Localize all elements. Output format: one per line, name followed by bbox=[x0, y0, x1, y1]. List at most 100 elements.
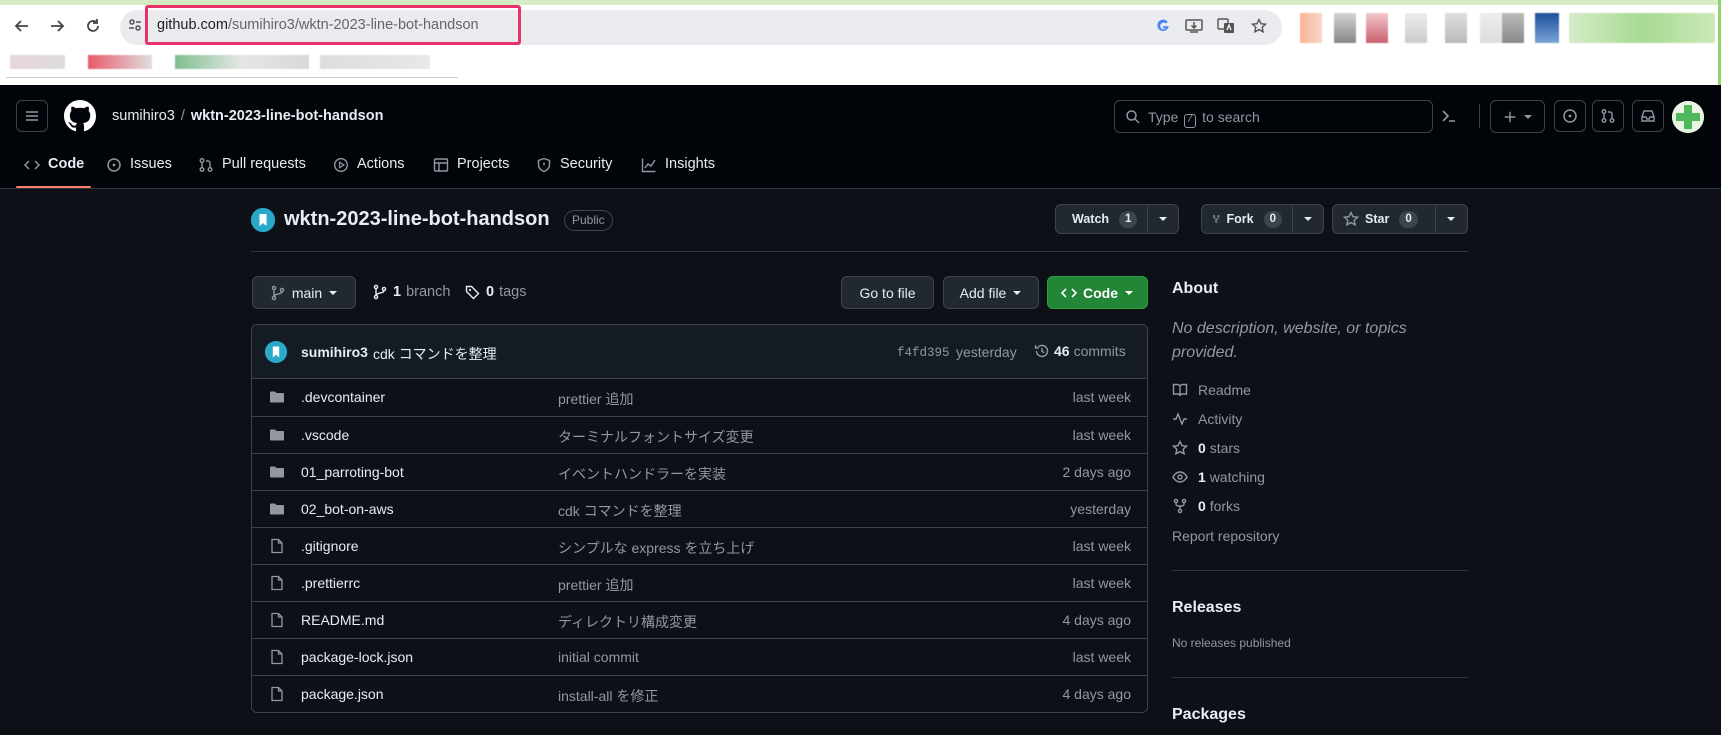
tab-actions[interactable]: Actions bbox=[333, 150, 405, 188]
table-row[interactable]: .prettierrc prettier 追加 last week bbox=[252, 564, 1147, 601]
watch-button[interactable]: Watch 1 bbox=[1055, 204, 1179, 234]
inbox-button[interactable] bbox=[1632, 100, 1664, 132]
issues-shortcut-button[interactable] bbox=[1554, 100, 1586, 132]
table-row[interactable]: 01_parroting-bot イベントハンドラーを実装 2 days ago bbox=[252, 453, 1147, 490]
file-commit-message[interactable]: シンプルな express を立ち上げ bbox=[558, 538, 754, 558]
bookmark-item[interactable] bbox=[10, 55, 65, 69]
back-icon[interactable] bbox=[9, 13, 35, 39]
extension-icon[interactable] bbox=[1535, 13, 1559, 43]
branch-selector-button[interactable]: main bbox=[252, 276, 356, 309]
file-commit-message[interactable]: prettier 追加 bbox=[558, 575, 633, 595]
go-to-file-button[interactable]: Go to file bbox=[841, 276, 934, 309]
commits-link[interactable]: 46 commits bbox=[1034, 343, 1126, 359]
fork-button[interactable]: Fork 0 bbox=[1201, 204, 1324, 234]
file-name[interactable]: .devcontainer bbox=[301, 389, 385, 405]
hamburger-menu-button[interactable] bbox=[16, 100, 48, 132]
file-commit-message[interactable]: install-all を修正 bbox=[558, 686, 658, 706]
file-commit-message[interactable]: ディレクトリ構成変更 bbox=[558, 612, 697, 632]
file-commit-message[interactable]: prettier 追加 bbox=[558, 389, 633, 409]
translate-icon[interactable] bbox=[1216, 16, 1236, 36]
table-row[interactable]: .vscode ターミナルフォントサイズ変更 last week bbox=[252, 416, 1147, 453]
tab-issues[interactable]: Issues bbox=[106, 150, 172, 188]
extension-icon[interactable] bbox=[1502, 13, 1524, 43]
table-row[interactable]: README.md ディレクトリ構成変更 4 days ago bbox=[252, 601, 1147, 638]
file-name[interactable]: package.json bbox=[301, 686, 384, 702]
stars-link[interactable]: 0 stars bbox=[1172, 440, 1240, 456]
bookmark-item[interactable] bbox=[320, 55, 430, 69]
issue-icon bbox=[1563, 109, 1577, 123]
star-dropdown[interactable] bbox=[1436, 205, 1467, 233]
table-row[interactable]: package.json install-all を修正 4 days ago bbox=[252, 675, 1147, 712]
file-name[interactable]: 02_bot-on-aws bbox=[301, 501, 394, 517]
forward-icon[interactable] bbox=[44, 13, 70, 39]
tab-projects[interactable]: Projects bbox=[433, 150, 509, 188]
commit-count: 46 bbox=[1054, 343, 1070, 359]
extension-icon[interactable] bbox=[1334, 13, 1356, 43]
search-input[interactable]: Type / to search bbox=[1114, 100, 1433, 133]
extension-icon[interactable] bbox=[1405, 13, 1427, 43]
google-lens-icon[interactable] bbox=[1153, 16, 1173, 36]
tab-pull-requests[interactable]: Pull requests bbox=[198, 150, 306, 188]
plus-icon bbox=[1504, 111, 1515, 122]
file-commit-message[interactable]: ターミナルフォントサイズ変更 bbox=[558, 427, 754, 447]
breadcrumb-repo[interactable]: wktn-2023-line-bot-handson bbox=[191, 108, 384, 124]
bookmark-item[interactable] bbox=[175, 55, 309, 69]
github-logo-icon[interactable] bbox=[64, 100, 96, 132]
file-commit-message[interactable]: initial commit bbox=[558, 649, 639, 665]
add-file-button[interactable]: Add file bbox=[943, 276, 1039, 309]
tab-security[interactable]: Security bbox=[536, 150, 612, 188]
pull-requests-shortcut-button[interactable] bbox=[1592, 100, 1624, 132]
repo-name[interactable]: wktn-2023-line-bot-handson bbox=[284, 208, 550, 231]
fork-dropdown[interactable] bbox=[1293, 205, 1323, 233]
extension-icon[interactable] bbox=[1300, 13, 1322, 43]
commit-message[interactable]: cdk コマンドを整理 bbox=[373, 344, 497, 364]
code-button[interactable]: Code bbox=[1047, 276, 1148, 309]
file-commit-message[interactable]: cdk コマンドを整理 bbox=[558, 501, 682, 521]
branch-count: 1 bbox=[393, 284, 402, 300]
code-button-label: Code bbox=[1083, 284, 1118, 301]
extension-icon[interactable] bbox=[1366, 13, 1388, 43]
file-name[interactable]: package-lock.json bbox=[301, 649, 413, 665]
reload-icon[interactable] bbox=[80, 13, 106, 39]
report-repository-link[interactable]: Report repository bbox=[1172, 528, 1279, 544]
fork-icon bbox=[1173, 498, 1187, 514]
file-commit-message[interactable]: イベントハンドラーを実装 bbox=[558, 464, 726, 484]
table-row[interactable]: package-lock.json initial commit last week bbox=[252, 638, 1147, 675]
file-name[interactable]: .gitignore bbox=[301, 538, 359, 554]
breadcrumb-owner[interactable]: sumihiro3 bbox=[112, 108, 175, 124]
tab-insights[interactable]: Insights bbox=[641, 150, 715, 188]
create-new-button[interactable] bbox=[1490, 100, 1545, 133]
extension-icon[interactable] bbox=[1445, 13, 1467, 43]
activity-link[interactable]: Activity bbox=[1172, 411, 1242, 427]
forks-link[interactable]: 0 forks bbox=[1172, 498, 1240, 514]
branches-link[interactable]: 1 branch bbox=[372, 284, 450, 300]
watching-link[interactable]: 1 watching bbox=[1172, 469, 1265, 485]
star-button[interactable]: Star 0 bbox=[1332, 204, 1468, 234]
readme-link[interactable]: Readme bbox=[1172, 382, 1251, 398]
commit-hash[interactable]: f4fd395 bbox=[897, 346, 950, 360]
table-row[interactable]: 02_bot-on-aws cdk コマンドを整理 yesterday bbox=[252, 490, 1147, 527]
avatar[interactable] bbox=[1672, 101, 1704, 133]
profile-chip[interactable] bbox=[1569, 13, 1715, 43]
table-row[interactable]: .gitignore シンプルな express を立ち上げ last week bbox=[252, 527, 1147, 564]
file-icon bbox=[269, 575, 285, 591]
packages-title[interactable]: Packages bbox=[1172, 706, 1246, 724]
table-row[interactable]: .devcontainer prettier 追加 last week bbox=[252, 379, 1147, 416]
bookmark-item[interactable] bbox=[88, 55, 152, 69]
releases-title[interactable]: Releases bbox=[1172, 599, 1241, 617]
file-name[interactable]: 01_parroting-bot bbox=[301, 464, 404, 480]
repo-owner-avatar[interactable] bbox=[251, 208, 275, 232]
tags-link[interactable]: 0 tags bbox=[465, 284, 527, 300]
bookmark-star-icon[interactable] bbox=[1249, 16, 1269, 36]
file-name[interactable]: .prettierrc bbox=[301, 575, 360, 591]
file-name[interactable]: .vscode bbox=[301, 427, 349, 443]
install-app-icon[interactable] bbox=[1184, 16, 1204, 36]
site-info-icon[interactable] bbox=[127, 17, 147, 37]
extension-icon[interactable] bbox=[1480, 13, 1502, 43]
commit-author-avatar[interactable] bbox=[265, 341, 287, 363]
commit-author[interactable]: sumihiro3 bbox=[301, 344, 368, 360]
tab-code[interactable]: Code bbox=[24, 150, 84, 188]
watch-dropdown[interactable] bbox=[1148, 205, 1178, 233]
command-palette-icon[interactable] bbox=[1441, 108, 1457, 124]
file-name[interactable]: README.md bbox=[301, 612, 384, 628]
